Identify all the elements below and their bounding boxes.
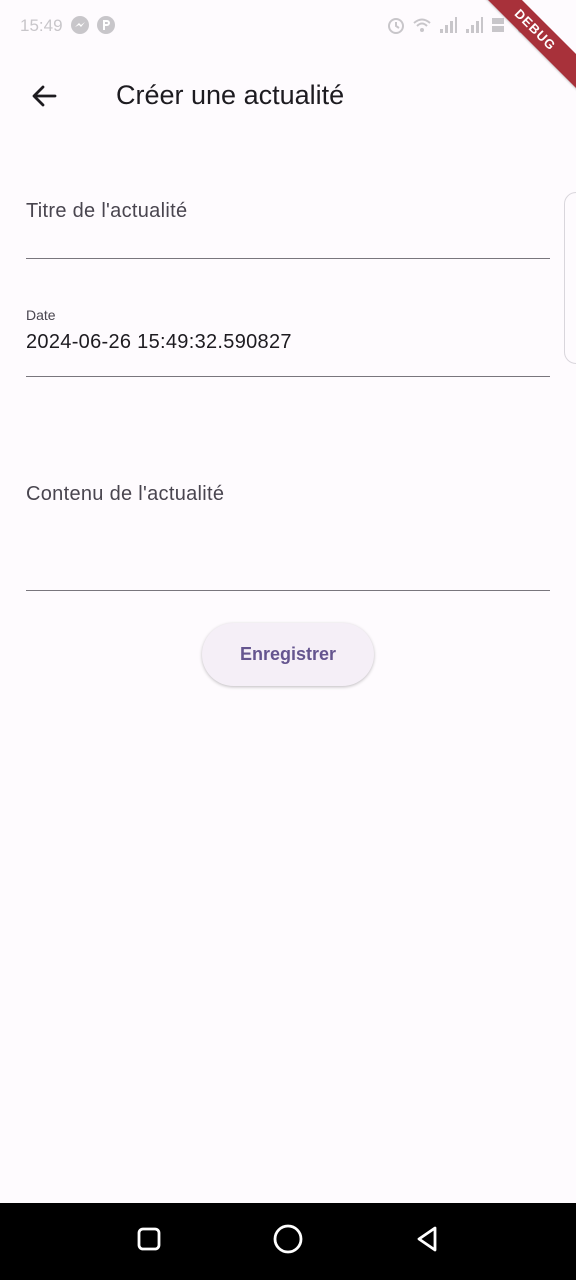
- date-field[interactable]: Date 2024-06-26 15:49:32.590827: [26, 300, 550, 377]
- save-button[interactable]: Enregistrer: [202, 623, 374, 686]
- status-time: 15:49: [20, 16, 63, 35]
- content-field[interactable]: Contenu de l'actualité: [26, 470, 550, 591]
- p-app-icon: [96, 15, 116, 35]
- system-back-button[interactable]: [409, 1223, 445, 1259]
- status-bar: 15:49: [0, 0, 576, 52]
- content-field-underline: [26, 589, 550, 591]
- title-field[interactable]: Titre de l'actualité: [26, 180, 550, 259]
- page-title: Créer une actualité: [116, 80, 345, 110]
- date-field-value: 2024-06-26 15:49:32.590827: [26, 331, 292, 353]
- recents-square-icon: [135, 1225, 163, 1258]
- arrow-back-icon: [29, 81, 59, 116]
- status-left-icons: [70, 15, 116, 35]
- screen: 15:49 DEBUG Créer une actualité Titre de…: [0, 0, 576, 1280]
- signal-icon: [438, 15, 458, 35]
- date-field-label: Date: [26, 307, 56, 323]
- content-field-label: Contenu de l'actualité: [26, 483, 225, 505]
- app-bar: Créer une actualité: [0, 52, 576, 140]
- system-nav-bar: [0, 1203, 576, 1280]
- date-field-underline: [26, 375, 550, 377]
- back-button[interactable]: [20, 74, 68, 122]
- messenger-icon: [70, 15, 90, 35]
- title-field-underline: [26, 257, 550, 259]
- home-button[interactable]: [270, 1223, 306, 1259]
- recents-button[interactable]: [131, 1223, 167, 1259]
- signal-icon: [464, 15, 484, 35]
- alarm-icon: [386, 15, 406, 35]
- back-triangle-icon: [413, 1225, 441, 1258]
- wifi-icon: [412, 15, 432, 35]
- title-field-label: Titre de l'actualité: [26, 200, 188, 222]
- home-circle-icon: [272, 1223, 304, 1260]
- edge-drawer-handle[interactable]: [564, 192, 576, 364]
